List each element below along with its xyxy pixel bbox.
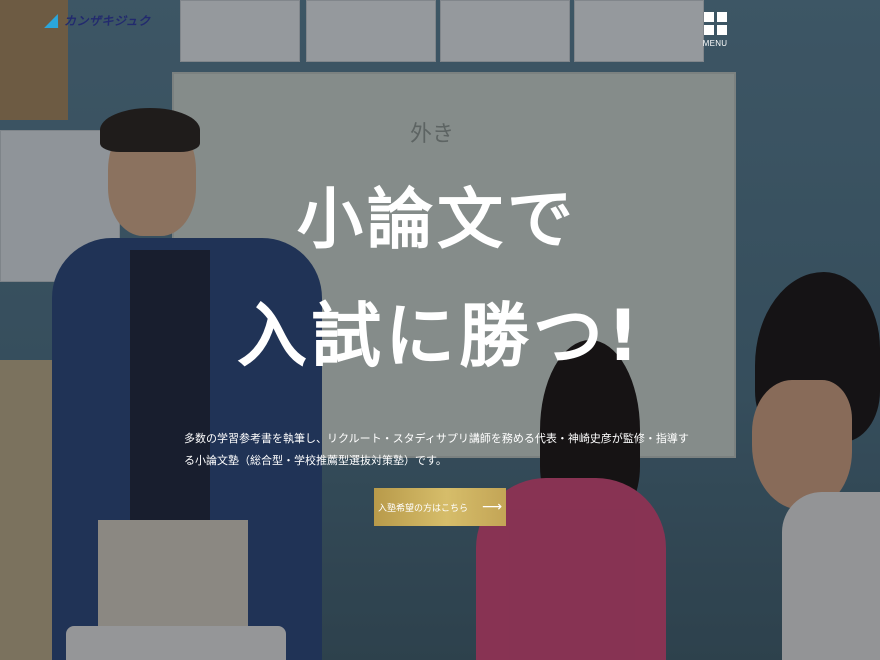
- site-logo[interactable]: カンザキジュク: [44, 12, 151, 29]
- hero-title-line2: 入試に勝つ!: [237, 295, 643, 378]
- hero-title: 小論文で 入試に勝つ!: [0, 181, 880, 378]
- menu-button[interactable]: MENU: [700, 12, 730, 48]
- grid-menu-icon: [703, 12, 727, 35]
- hero-description-line2: る小論文塾（総合型・学校推薦型選抜対策塾）です。: [184, 454, 447, 467]
- hero-description: 多数の学習参考書を執筆し、リクルート・スタディサプリ講師を務める代表・神崎史彦が…: [184, 428, 724, 472]
- logo-text: カンザキジュク: [64, 14, 151, 28]
- hero-description-line1: 多数の学習参考書を執筆し、リクルート・スタディサプリ講師を務める代表・神崎史彦が…: [184, 432, 689, 445]
- arrow-right-icon: ⟶: [481, 499, 503, 515]
- menu-label: MENU: [702, 39, 728, 48]
- enrollment-cta-button[interactable]: 入塾希望の方はこちら ⟶: [374, 488, 506, 526]
- hero-title-line1: 小論文で: [297, 181, 577, 259]
- logo-arrow-icon: [44, 13, 62, 28]
- cta-label: 入塾希望の方はこちら: [377, 503, 468, 514]
